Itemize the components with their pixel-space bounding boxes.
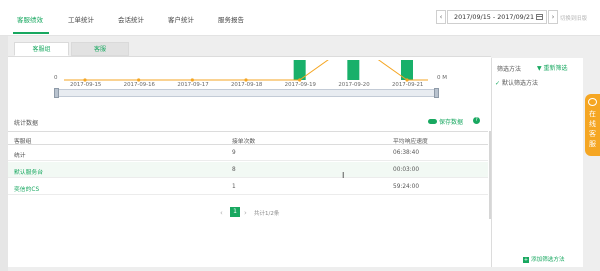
row-count: 8	[232, 167, 236, 173]
header-agent-group[interactable]: 客服组	[14, 136, 31, 145]
online-service-tab[interactable]: 在线客服	[585, 94, 600, 156]
tab-customer-stats[interactable]: 客户统计	[168, 14, 194, 24]
reset-filter-label: 重新筛选	[543, 65, 568, 72]
table-row: 统计 9 06:38:40	[8, 145, 488, 161]
x-tick-label: 2017-09-18	[231, 82, 263, 88]
filter-panel	[491, 58, 583, 267]
row-name-link[interactable]: 默认服务台	[14, 167, 43, 176]
subtab-agent-group[interactable]: 客服组	[14, 42, 69, 56]
row-speed: 59:24:00	[393, 184, 420, 190]
slider-handle-left[interactable]	[54, 88, 59, 98]
calendar-icon	[536, 14, 543, 20]
top-navigation: 客服绩效 工单统计 会话统计 客户统计 服务报告 ‹ 2017/09/15 - …	[0, 0, 600, 36]
filter-title: 筛选方法	[497, 66, 522, 73]
header-order-count[interactable]: 接单次数	[232, 136, 255, 145]
y-axis-right-label: 0 M	[437, 75, 447, 81]
x-tick-label: 2017-09-17	[177, 82, 209, 88]
subtab-agent[interactable]: 客服	[71, 42, 129, 56]
default-filter-label: 默认筛选方法	[502, 80, 539, 87]
table-row: 奕信的CS 1 59:24:00	[8, 179, 488, 195]
chart-range-slider[interactable]	[56, 89, 437, 97]
row-count: 9	[232, 150, 236, 156]
date-range-value: 2017/09/15 - 2017/09/21	[454, 13, 535, 21]
default-filter-item[interactable]: ✓ 默认筛选方法	[495, 78, 538, 87]
table-row: 默认服务台 8 00:03:00	[8, 162, 488, 178]
left-gutter	[0, 36, 8, 271]
prev-page-button[interactable]: ‹	[220, 209, 223, 217]
online-service-label: 在线客服	[589, 110, 596, 148]
switch-old-version-link[interactable]: 切换到旧版	[560, 14, 587, 22]
table-header: 客服组 接单次数 平均响应速度	[8, 131, 488, 145]
tab-ticket-stats[interactable]: 工单统计	[68, 14, 94, 24]
add-filter-label: 添加筛选方法	[531, 257, 565, 263]
chart-bar	[347, 60, 360, 80]
tab-session-stats[interactable]: 会话统计	[118, 14, 144, 24]
header-avg-response[interactable]: 平均响应速度	[393, 136, 428, 145]
add-filter-button[interactable]: + 添加筛选方法	[523, 255, 565, 263]
reset-filter-button[interactable]: ▼ 重新筛选	[537, 63, 568, 72]
x-tick-label: 2017-09-21	[392, 82, 424, 88]
plus-icon: +	[523, 257, 529, 263]
date-next-button[interactable]: ›	[548, 10, 558, 24]
x-tick-label: 2017-09-16	[123, 82, 155, 88]
section-title: 统计数据	[14, 120, 39, 127]
next-page-button[interactable]: ›	[244, 209, 247, 217]
row-name-link[interactable]: 奕信的CS	[14, 184, 39, 193]
x-tick-label: 2017-09-19	[284, 82, 316, 88]
tab-agent-performance[interactable]: 客服绩效	[17, 14, 43, 24]
page-total: 共计1/2条	[254, 211, 280, 217]
cloud-download-icon	[428, 119, 437, 124]
date-prev-button[interactable]: ‹	[436, 10, 446, 24]
check-icon: ✓	[495, 80, 501, 87]
active-tab-indicator	[13, 32, 49, 34]
chat-icon	[588, 98, 597, 106]
x-tick-label: 2017-09-15	[70, 82, 102, 88]
row-speed: 00:03:00	[393, 167, 420, 173]
mouse-cursor-icon: I	[342, 171, 345, 180]
current-page[interactable]: 1	[230, 207, 240, 217]
tab-service-report[interactable]: 服务报告	[218, 14, 244, 24]
save-data-button[interactable]: 保存数据	[428, 117, 463, 126]
save-data-label: 保存数据	[439, 119, 464, 126]
slider-handle-right[interactable]	[434, 88, 439, 98]
x-tick-label: 2017-09-20	[338, 82, 370, 88]
row-speed: 06:38:40	[393, 150, 420, 156]
row-name: 统计	[14, 153, 26, 159]
help-icon[interactable]: ?	[473, 117, 480, 124]
date-range-picker[interactable]: 2017/09/15 - 2017/09/21	[447, 10, 547, 24]
row-count: 1	[232, 184, 236, 190]
